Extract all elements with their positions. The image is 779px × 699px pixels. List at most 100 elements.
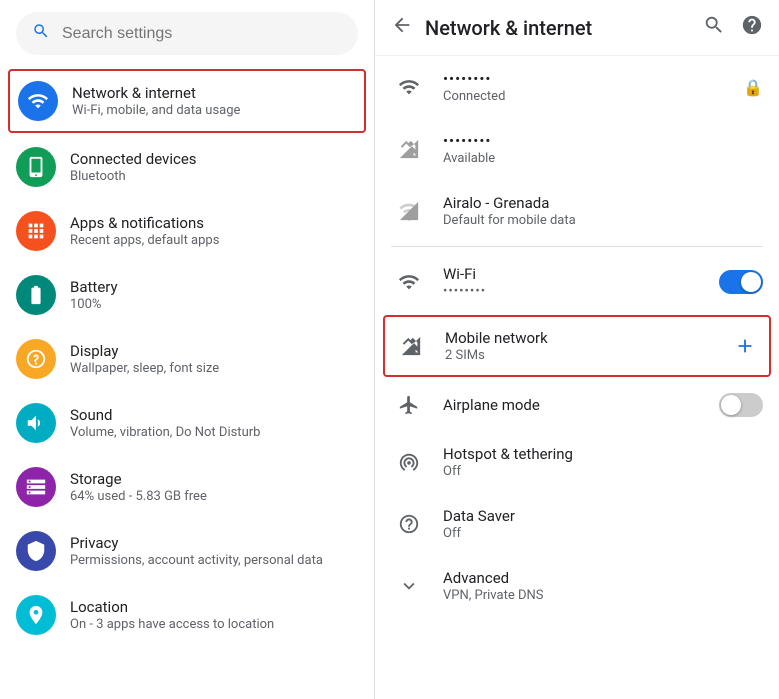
advanced-title: Advanced <box>443 569 763 587</box>
battery-text: Battery 100% <box>70 278 118 312</box>
datasaver-title: Data Saver <box>443 507 763 525</box>
right-list: •••••••• Connected 🔒 •••••••• Available <box>375 56 779 699</box>
lock-icon: 🔒 <box>743 78 763 97</box>
right-panel-title: Network & internet <box>425 16 691 40</box>
location-subtitle: On - 3 apps have access to location <box>70 617 274 632</box>
sidebar-item-network[interactable]: Network & internet Wi-Fi, mobile, and da… <box>8 69 366 133</box>
hotspot-text: Hotspot & tethering Off <box>443 445 763 479</box>
network-icon-circle <box>18 81 58 121</box>
wifi-toggle-network: •••••••• <box>443 284 719 299</box>
help-header-icon[interactable] <box>741 14 763 41</box>
airplane-toggle-action <box>719 393 763 417</box>
sound-text: Sound Volume, vibration, Do Not Disturb <box>70 406 260 440</box>
location-text: Location On - 3 apps have access to loca… <box>70 598 274 632</box>
right-item-airalo[interactable]: Airalo - Grenada Default for mobile data <box>375 180 779 242</box>
location-icon <box>16 595 56 635</box>
mobile2-text: •••••••• Available <box>443 132 763 166</box>
connected-devices-text: Connected devices Bluetooth <box>70 150 197 184</box>
wifi-connected-name: •••••••• <box>443 70 743 88</box>
settings-list: Network & internet Wi-Fi, mobile, and da… <box>0 67 374 699</box>
location-title: Location <box>70 598 274 616</box>
right-panel: Network & internet •••••••• <box>375 0 779 699</box>
right-item-wifi-toggle[interactable]: Wi-Fi •••••••• <box>375 251 779 313</box>
mobile2-status: Available <box>443 151 763 166</box>
sidebar-item-sound[interactable]: Sound Volume, vibration, Do Not Disturb <box>0 391 374 455</box>
mobile2-name: •••••••• <box>443 132 763 150</box>
mobile-network-title: Mobile network <box>445 329 729 347</box>
sound-icon <box>16 403 56 443</box>
search-header-icon[interactable] <box>703 14 725 41</box>
connected-devices-subtitle: Bluetooth <box>70 169 197 184</box>
right-item-mobile-network[interactable]: Mobile network 2 SIMs <box>383 315 771 377</box>
right-header: Network & internet <box>375 0 779 56</box>
sidebar-item-storage[interactable]: Storage 64% used - 5.83 GB free <box>0 455 374 519</box>
wifi-lock-action: 🔒 <box>743 78 763 97</box>
wifi-toggle-action <box>719 270 763 294</box>
airplane-toggle-switch[interactable] <box>719 393 763 417</box>
sidebar-item-apps[interactable]: Apps & notifications Recent apps, defaul… <box>0 199 374 263</box>
mobile-network-subtitle: 2 SIMs <box>445 348 729 363</box>
right-item-airplane[interactable]: Airplane mode <box>375 379 779 431</box>
search-icon <box>32 22 50 45</box>
advanced-icon <box>391 575 427 597</box>
header-icons <box>703 14 763 41</box>
wifi-connected-icon <box>391 76 427 98</box>
airalo-subtitle: Default for mobile data <box>443 213 763 228</box>
wifi-connected-status: Connected <box>443 89 743 104</box>
airplane-icon <box>391 394 427 416</box>
display-text: Display Wallpaper, sleep, font size <box>70 342 219 376</box>
airalo-text: Airalo - Grenada Default for mobile data <box>443 194 763 228</box>
wifi-toggle-title: Wi-Fi <box>443 265 719 283</box>
mobile-network-add-button[interactable] <box>729 330 761 362</box>
airplane-title: Airplane mode <box>443 396 719 414</box>
apps-icon <box>16 211 56 251</box>
storage-title: Storage <box>70 470 207 488</box>
connected-devices-icon <box>16 147 56 187</box>
sidebar-item-display[interactable]: Display Wallpaper, sleep, font size <box>0 327 374 391</box>
network-subtitle: Wi-Fi, mobile, and data usage <box>72 103 240 118</box>
storage-text: Storage 64% used - 5.83 GB free <box>70 470 207 504</box>
privacy-subtitle: Permissions, account activity, personal … <box>70 553 323 568</box>
sound-title: Sound <box>70 406 260 424</box>
right-item-datasaver[interactable]: Data Saver Off <box>375 493 779 555</box>
advanced-text: Advanced VPN, Private DNS <box>443 569 763 603</box>
airalo-name: Airalo - Grenada <box>443 194 763 212</box>
wifi-connected-text: •••••••• Connected <box>443 70 743 104</box>
search-input[interactable] <box>62 25 342 43</box>
airplane-text: Airplane mode <box>443 396 719 414</box>
back-button[interactable] <box>391 14 413 41</box>
datasaver-text: Data Saver Off <box>443 507 763 541</box>
privacy-text: Privacy Permissions, account activity, p… <box>70 534 323 568</box>
apps-text: Apps & notifications Recent apps, defaul… <box>70 214 219 248</box>
right-item-advanced[interactable]: Advanced VPN, Private DNS <box>375 555 779 617</box>
advanced-subtitle: VPN, Private DNS <box>443 588 763 603</box>
datasaver-subtitle: Off <box>443 526 763 541</box>
privacy-title: Privacy <box>70 534 323 552</box>
wifi-toggle-icon <box>391 271 427 293</box>
sidebar-item-privacy[interactable]: Privacy Permissions, account activity, p… <box>0 519 374 583</box>
wifi-toggle-switch[interactable] <box>719 270 763 294</box>
network-item-text: Network & internet Wi-Fi, mobile, and da… <box>72 84 240 118</box>
display-subtitle: Wallpaper, sleep, font size <box>70 361 219 376</box>
network-title: Network & internet <box>72 84 240 102</box>
right-item-mobile-2[interactable]: •••••••• Available <box>375 118 779 180</box>
battery-title: Battery <box>70 278 118 296</box>
mobile-network-icon <box>393 335 429 357</box>
display-title: Display <box>70 342 219 360</box>
sidebar-item-connected-devices[interactable]: Connected devices Bluetooth <box>0 135 374 199</box>
mobile-network-text: Mobile network 2 SIMs <box>445 329 729 363</box>
datasaver-icon <box>391 513 427 535</box>
sidebar-item-battery[interactable]: Battery 100% <box>0 263 374 327</box>
sidebar-item-location[interactable]: Location On - 3 apps have access to loca… <box>0 583 374 647</box>
wifi-toggle-text: Wi-Fi •••••••• <box>443 265 719 299</box>
mobile2-icon <box>391 138 427 160</box>
search-bar[interactable] <box>16 12 358 55</box>
storage-icon <box>16 467 56 507</box>
apps-title: Apps & notifications <box>70 214 219 232</box>
battery-subtitle: 100% <box>70 297 118 312</box>
hotspot-title: Hotspot & tethering <box>443 445 763 463</box>
right-item-hotspot[interactable]: Hotspot & tethering Off <box>375 431 779 493</box>
right-item-wifi-connected[interactable]: •••••••• Connected 🔒 <box>375 56 779 118</box>
storage-subtitle: 64% used - 5.83 GB free <box>70 489 207 504</box>
battery-icon <box>16 275 56 315</box>
